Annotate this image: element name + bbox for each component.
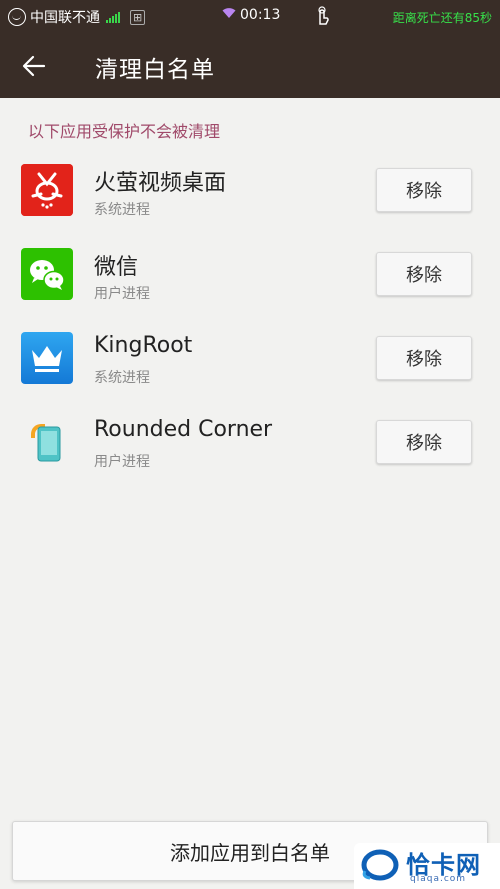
app-name: KingRoot (94, 333, 193, 358)
signal-icon (106, 11, 120, 23)
watermark: 恰卡网 qiaqa.com (354, 843, 500, 889)
sim-slot-icon: ⊞ (130, 9, 146, 25)
app-type: 系统进程 (94, 370, 150, 386)
back-arrow-icon (22, 55, 46, 77)
countdown-text: 距离死亡还有85秒 (392, 11, 492, 25)
kingroot-icon (21, 332, 73, 384)
app-name: 微信 (94, 255, 139, 280)
app-name: 火萤视频桌面 (94, 171, 227, 196)
app-type: 用户进程 (94, 454, 150, 470)
remove-button[interactable]: 移除 (376, 168, 472, 212)
carrier-logo-icon (8, 8, 26, 26)
list-item: KingRoot 系统进程 移除 (0, 332, 500, 412)
remove-button[interactable]: 移除 (376, 252, 472, 296)
app-type: 系统进程 (94, 202, 150, 218)
status-bar: 中国联不通 ⊞ 00:13 距离死亡还有85秒 (0, 0, 500, 34)
app-type: 用户进程 (94, 286, 150, 302)
status-left: 中国联不通 ⊞ (8, 7, 146, 27)
rounded-corner-icon (21, 416, 73, 468)
status-time: 00:13 (240, 7, 281, 23)
carrier-name: 中国联不通 (30, 10, 100, 26)
page-title: 清理白名单 (95, 57, 215, 83)
list-item: 火萤视频桌面 系统进程 移除 (0, 164, 500, 244)
app-name: Rounded Corner (94, 417, 273, 442)
firefly-icon (21, 164, 73, 216)
whitelist-note: 以下应用受保护不会被清理 (28, 122, 221, 141)
list-item: Rounded Corner 用户进程 移除 (0, 416, 500, 496)
wechat-icon (21, 248, 73, 300)
gesture-icon (314, 6, 330, 30)
remove-button[interactable]: 移除 (376, 420, 472, 464)
watermark-url: qiaqa.com (410, 874, 467, 884)
wifi-icon (222, 7, 236, 23)
remove-button[interactable]: 移除 (376, 336, 472, 380)
watermark-logo-icon (360, 847, 400, 883)
back-button[interactable] (14, 48, 54, 84)
list-item: 微信 用户进程 移除 (0, 248, 500, 328)
status-center: 00:13 (222, 7, 280, 23)
app-bar: 清理白名单 (0, 34, 500, 98)
